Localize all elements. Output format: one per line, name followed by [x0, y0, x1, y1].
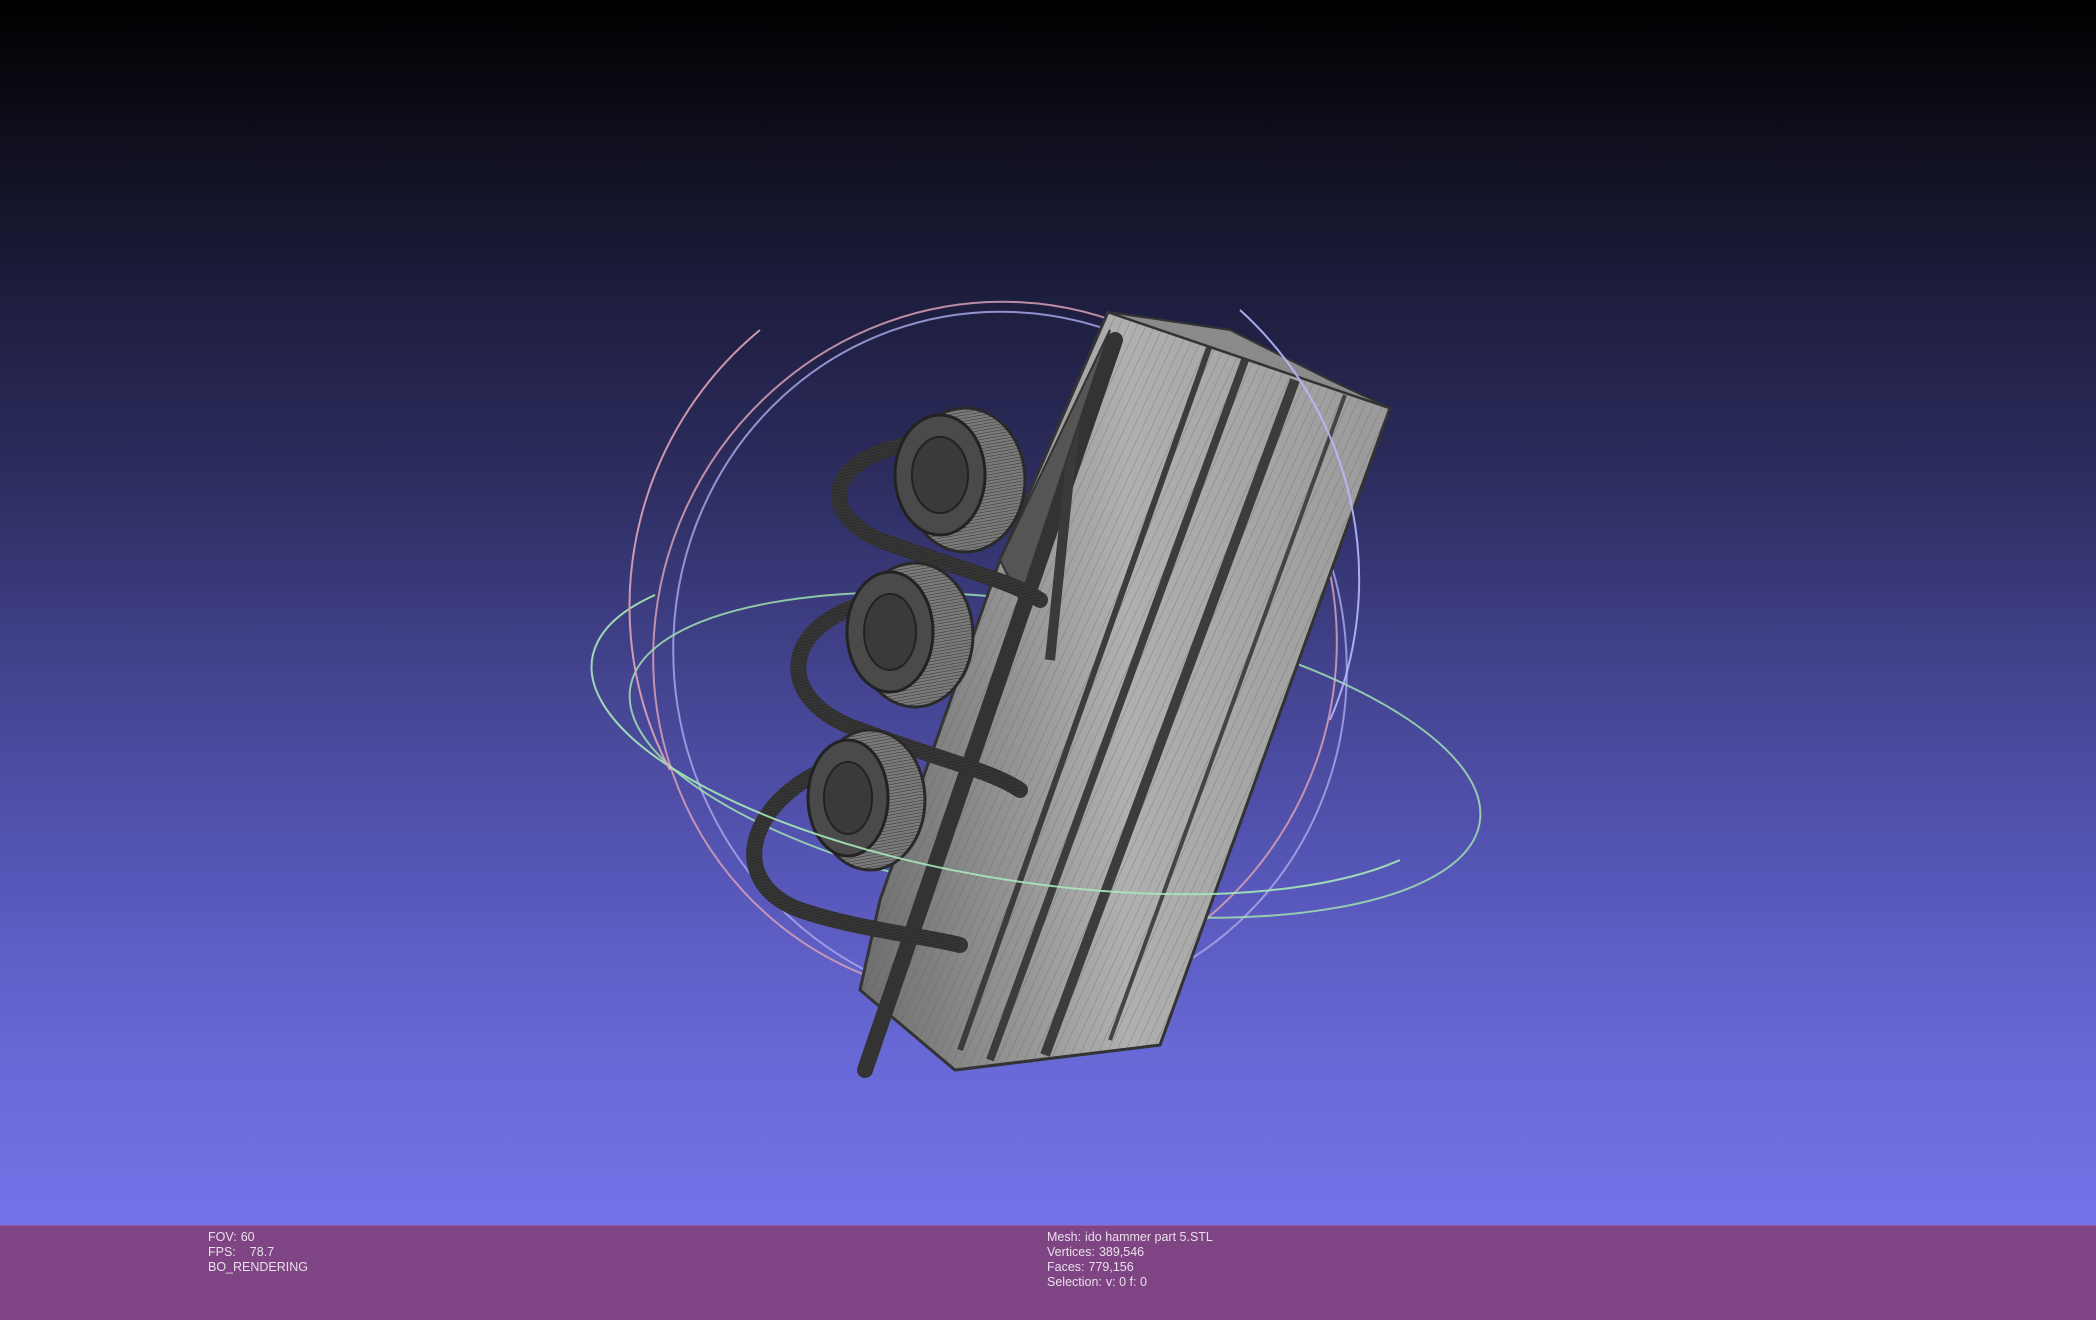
- viewer-info: FOV: 60 FPS: 78.7 BO_RENDERING: [208, 1230, 308, 1275]
- status-bar: FOV: 60 FPS: 78.7 BO_RENDERING Mesh: ido ha…: [0, 1225, 2096, 1320]
- mesh-info: Mesh: ido hammer part 5.STL Vertices: 389,…: [1047, 1230, 1213, 1290]
- selection-count: Selection: v: 0 f: 0: [1047, 1275, 1147, 1289]
- render-mode: BO_RENDERING: [208, 1260, 309, 1274]
- fov-readout: FOV: 60: [208, 1230, 255, 1244]
- mesh-cylinder-top: [893, 406, 1027, 554]
- face-count: Faces: 779,156: [1047, 1260, 1134, 1274]
- mesh-model[interactable]: [746, 310, 1392, 1078]
- 3d-viewport[interactable]: [0, 0, 2096, 1225]
- mesh-cylinder-middle: [845, 561, 975, 709]
- vertex-count: Vertices: 389,546: [1047, 1245, 1145, 1259]
- mesh-name: Mesh: ido hammer part 5.STL: [1047, 1230, 1213, 1244]
- fps-readout: FPS: 78.7: [208, 1245, 275, 1259]
- mesh-scene[interactable]: [0, 0, 2096, 1225]
